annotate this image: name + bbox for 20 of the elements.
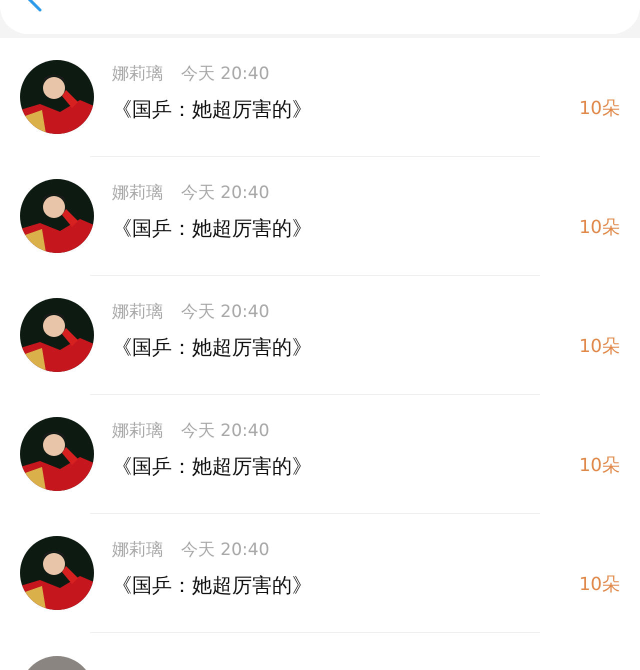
timestamp: 今天 20:40 bbox=[181, 420, 270, 444]
flower-count: 10朵 bbox=[579, 454, 620, 478]
timestamp: 今天 20:40 bbox=[181, 182, 270, 206]
flower-count: 10朵 bbox=[579, 573, 620, 598]
flower-count: 10朵 bbox=[579, 97, 620, 122]
sender-name: 娜莉璃 bbox=[112, 301, 163, 324]
post-title: 《国乒：她超厉害的》 bbox=[112, 572, 312, 599]
timestamp: 今天 20:40 bbox=[181, 301, 270, 324]
sender-name: 娜莉璃 bbox=[112, 420, 163, 444]
flower-count: 10朵 bbox=[579, 216, 620, 240]
post-title: 《国乒：她超厉害的》 bbox=[112, 96, 312, 123]
post-title: 《国乒：她超厉害的》 bbox=[112, 334, 312, 361]
post-title: 《国乒：她超厉害的》 bbox=[112, 214, 312, 242]
sender-name: 娜莉璃 bbox=[112, 182, 163, 206]
sender-name: 娜莉璃 bbox=[112, 63, 163, 86]
timestamp: 今天 20:40 bbox=[181, 539, 270, 562]
post-title: 《国乒：她超厉害的》 bbox=[112, 452, 312, 480]
timestamp: 今天 20:40 bbox=[181, 63, 270, 86]
sender-name: 娜莉璃 bbox=[112, 539, 163, 562]
flower-count: 10朵 bbox=[579, 335, 620, 360]
